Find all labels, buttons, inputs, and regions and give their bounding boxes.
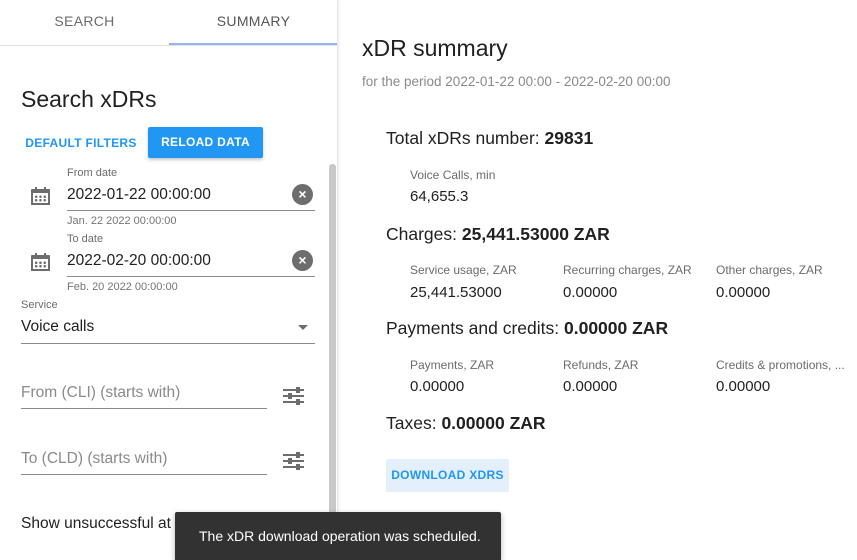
app-root: SEARCH SUMMARY Search xDRs DEFAULT FILTE… [0,0,857,560]
from-cli-input[interactable]: From (CLI) (starts with) [21,384,180,402]
tune-icon[interactable] [283,387,304,405]
taxes-label: Taxes: [386,413,442,433]
search-panel: SEARCH SUMMARY Search xDRs DEFAULT FILTE… [0,0,338,560]
from-date-input[interactable]: 2022-01-22 00:00:00 [67,186,211,204]
clear-icon[interactable]: × [292,184,313,205]
show-unsuccessful-label: Show unsuccessful at [21,515,171,532]
service-underline [21,343,315,344]
payments-cell-value: 0.00000 [563,378,618,395]
charges-cell-value: 25,441.53000 [410,284,502,301]
summary-period: for the period 2022-01-22 00:00 - 2022-0… [362,74,671,89]
to-date-input[interactable]: 2022-02-20 00:00:00 [67,252,211,270]
to-date-underline [67,276,315,277]
taxes-value: 0.00000 ZAR [441,413,546,433]
to-cld-underline [21,474,267,475]
from-date-underline [67,210,315,211]
to-cld-input[interactable]: To (CLD) (starts with) [21,450,167,468]
tab-search[interactable]: SEARCH [0,0,169,46]
from-date-hint: Jan. 22 2022 00:00:00 [67,215,177,227]
charges-cell-value: 0.00000 [563,284,618,301]
reload-data-button[interactable]: RELOAD DATA [148,127,263,158]
charges-cell-label: Other charges, ZAR [716,263,823,277]
payments-total: Payments and credits: 0.00000 ZAR [386,318,668,339]
snackbar-toast: The xDR download operation was scheduled… [175,512,501,560]
payments-cell-label: Refunds, ZAR [563,358,639,372]
charges-cell-label: Service usage, ZAR [410,263,517,277]
total-xdrs: Total xDRs number: 29831 [386,128,593,149]
payments-cell-value: 0.00000 [410,378,465,395]
service-label: Service [21,299,58,311]
chevron-down-icon[interactable] [298,325,308,330]
charges-label: Charges: [386,224,462,244]
download-xdrs-button[interactable]: DOWNLOAD XDRS [386,459,509,492]
active-tab-indicator [169,43,337,45]
default-filters-button[interactable]: DEFAULT FILTERS [22,128,140,158]
payments-cell-label: Payments, ZAR [410,358,495,372]
charges-value: 25,441.53000 ZAR [461,224,610,244]
payments-cell-value: 0.00000 [716,378,771,395]
tab-bar: SEARCH SUMMARY [0,0,337,46]
payments-cell-label: Credits & promotions, ... [716,358,845,372]
summary-title: xDR summary [362,35,508,61]
to-date-label: To date [67,233,104,245]
service-select[interactable]: Voice calls [21,318,94,336]
calendar-icon[interactable] [31,187,50,205]
charges-cell-label: Recurring charges, ZAR [563,263,692,277]
voice-calls-label: Voice Calls, min [410,168,496,182]
calendar-icon[interactable] [31,253,50,271]
to-date-hint: Feb. 20 2022 00:00:00 [67,281,178,293]
tune-icon[interactable] [283,452,304,470]
tab-summary[interactable]: SUMMARY [169,0,337,46]
total-xdrs-value: 29831 [544,128,594,148]
clear-icon[interactable]: × [292,250,313,271]
voice-calls-value: 64,655.3 [410,188,469,205]
from-date-label: From date [67,167,118,179]
from-cli-underline [21,408,267,409]
charges-total: Charges: 25,441.53000 ZAR [386,224,610,245]
taxes-total: Taxes: 0.00000 ZAR [386,413,546,434]
total-xdrs-label: Total xDRs number: [386,128,545,148]
payments-label: Payments and credits: [386,318,564,338]
charges-cell-value: 0.00000 [716,284,771,301]
payments-value: 0.00000 ZAR [564,318,669,338]
scrollbar[interactable] [329,164,336,560]
search-title: Search xDRs [21,86,157,112]
